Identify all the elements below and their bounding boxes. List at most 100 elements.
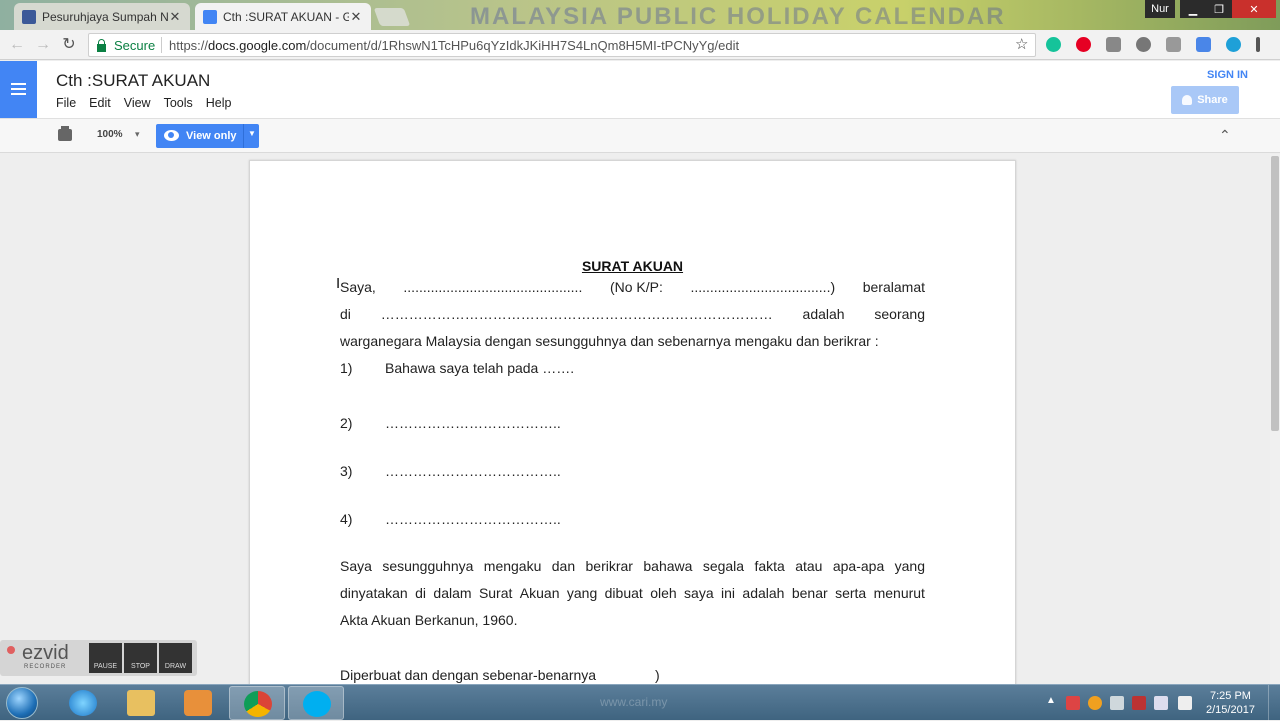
extension-icon[interactable] xyxy=(1166,37,1181,52)
url-text[interactable]: https://docs.google.com/document/d/1Rhsw… xyxy=(169,38,739,53)
word: segala xyxy=(702,558,745,574)
word: serta xyxy=(835,585,867,601)
taskbar-explorer[interactable] xyxy=(113,686,169,720)
word: saya xyxy=(684,585,714,601)
address-bar[interactable]: Secure https://docs.google.com/document/… xyxy=(88,33,1036,57)
item-text: ……………………………….. xyxy=(385,511,561,527)
taskbar-chrome[interactable] xyxy=(229,686,285,720)
paragraph-line-2: dinyatakan di dalam Surat Akuan yang dibuat ole… xyxy=(340,585,925,601)
tab-label: Pesuruhjaya Sumpah Nu xyxy=(42,9,168,24)
docs-toolbar: 100% ▾ View only ▼ ⌃ xyxy=(0,118,1280,153)
media-player-icon xyxy=(184,690,212,716)
document-canvas[interactable]: SURAT AKUAN I Saya, ....................… xyxy=(0,154,1280,684)
eye-icon xyxy=(164,130,179,141)
close-window-button[interactable]: ✕ xyxy=(1232,0,1276,18)
taskbar-skype[interactable] xyxy=(288,686,344,720)
zoom-select[interactable]: 100% xyxy=(97,129,123,140)
skype-icon xyxy=(303,691,331,717)
tray-icon[interactable] xyxy=(1066,696,1080,710)
declaration-line-1: Saya, ..................................… xyxy=(340,279,925,295)
word: dan xyxy=(551,558,576,574)
chevron-down-icon[interactable]: ▼ xyxy=(248,129,256,138)
back-arrow-icon[interactable]: ← xyxy=(8,36,26,54)
internet-explorer-icon xyxy=(69,690,97,716)
menu-dots-icon[interactable] xyxy=(1256,37,1260,52)
word: berikrar xyxy=(585,558,633,574)
word: Saya, xyxy=(340,279,376,295)
docs-home-icon[interactable] xyxy=(0,61,37,118)
clock[interactable]: 7:25 PM 2/15/2017 xyxy=(1206,689,1255,717)
url-prefix: https:// xyxy=(169,38,209,53)
speaker-icon[interactable] xyxy=(1154,696,1168,710)
word: dinyatakan xyxy=(340,585,408,601)
secure-label: Secure xyxy=(114,38,156,53)
docs-header: Cth :SURAT AKUAN File Edit View Tools He… xyxy=(0,61,1280,118)
lock-icon xyxy=(97,38,106,52)
show-desktop-button[interactable] xyxy=(1268,685,1280,721)
recorder-overlay: ezvid RECORDER PAUSE STOP DRAW xyxy=(0,640,197,676)
stop-button[interactable]: STOP xyxy=(124,643,157,673)
menu-edit[interactable]: Edit xyxy=(89,96,111,110)
profile-button[interactable]: Nur xyxy=(1145,0,1175,18)
minimize-button[interactable]: ▁ xyxy=(1180,0,1206,18)
word: ini xyxy=(721,585,736,601)
bookmark-star-icon[interactable]: ☆ xyxy=(1015,35,1028,53)
clock-time: 7:25 PM xyxy=(1209,690,1251,702)
forward-arrow-icon[interactable]: → xyxy=(34,36,52,54)
word: adalah xyxy=(742,585,785,601)
tab-docs[interactable]: Cth :SURAT AKUAN - Go ✕ xyxy=(195,3,371,30)
menu-help[interactable]: Help xyxy=(206,96,232,110)
tray-icon[interactable] xyxy=(1132,696,1146,710)
tray-icon[interactable] xyxy=(1110,696,1124,710)
word: Saya xyxy=(340,558,372,574)
taskbar-ie[interactable] xyxy=(55,686,111,720)
show-hidden-icons[interactable]: ▲ xyxy=(1046,695,1060,709)
declaration-line-3: warganegara Malaysia dengan sesungguhnya… xyxy=(340,333,879,349)
close-icon[interactable]: ✕ xyxy=(168,9,182,25)
sign-in-link[interactable]: SIGN IN xyxy=(1207,69,1248,81)
draw-button[interactable]: DRAW xyxy=(159,643,192,673)
blank-address: ………………………………………………………………………… xyxy=(380,306,773,322)
share-button[interactable]: Share xyxy=(1171,86,1239,114)
reload-icon[interactable]: ↻ xyxy=(60,36,78,54)
translate-icon[interactable] xyxy=(1196,37,1211,52)
tab-facebook[interactable]: Pesuruhjaya Sumpah Nu ✕ xyxy=(14,3,190,30)
chevron-down-icon[interactable]: ▾ xyxy=(135,129,140,140)
scrollbar-thumb[interactable] xyxy=(1271,156,1279,431)
new-tab-button[interactable] xyxy=(373,8,411,26)
tray-icon[interactable] xyxy=(1088,696,1102,710)
network-icon[interactable] xyxy=(1178,696,1192,710)
recorder-sub: RECORDER xyxy=(24,664,67,670)
item-number: 1) xyxy=(340,360,353,376)
document-title[interactable]: Cth :SURAT AKUAN xyxy=(56,71,210,91)
pinterest-icon[interactable] xyxy=(1076,37,1091,52)
word: oleh xyxy=(650,585,677,601)
secure-indicator[interactable]: Secure xyxy=(97,38,155,53)
facebook-icon xyxy=(22,9,36,24)
grammarly-icon[interactable] xyxy=(1046,37,1061,52)
close-icon[interactable]: ✕ xyxy=(349,9,363,25)
view-only-button[interactable]: View only ▼ xyxy=(156,124,259,148)
print-icon[interactable] xyxy=(58,126,72,141)
start-button[interactable] xyxy=(6,687,38,719)
menu-tools[interactable]: Tools xyxy=(164,96,193,110)
watermark-text: www.cari.my xyxy=(600,695,668,709)
taskbar-media[interactable] xyxy=(170,686,226,720)
collapse-header-icon[interactable]: ⌃ xyxy=(1219,127,1231,144)
divider xyxy=(243,124,244,148)
recorder-brand: ezvid xyxy=(22,642,69,664)
windows-taskbar: www.cari.my ▲ 7:25 PM 2/15/2017 xyxy=(0,684,1280,721)
menu-file[interactable]: File xyxy=(56,96,76,110)
extension-icon[interactable] xyxy=(1136,37,1151,52)
pause-button[interactable]: PAUSE xyxy=(89,643,122,673)
extension-icon[interactable] xyxy=(1226,37,1241,52)
word: menurut xyxy=(873,585,925,601)
camera-icon[interactable] xyxy=(1106,37,1121,52)
menu-view[interactable]: View xyxy=(124,96,151,110)
url-host: docs.google.com xyxy=(208,38,307,53)
chrome-icon xyxy=(244,691,272,717)
maximize-button[interactable]: ❐ xyxy=(1206,0,1232,18)
word: sesungguhnya xyxy=(382,558,474,574)
item-text: Bahawa saya telah pada ……. xyxy=(385,360,575,376)
document-page[interactable]: SURAT AKUAN I Saya, ....................… xyxy=(249,160,1016,684)
